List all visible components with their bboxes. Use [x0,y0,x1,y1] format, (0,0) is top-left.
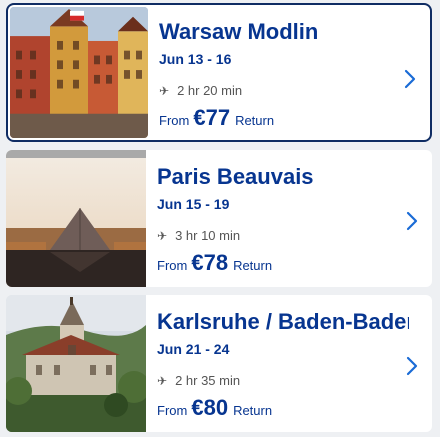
destination-photo [6,150,146,287]
chevron-right-icon[interactable] [406,211,418,231]
plane-icon: ✈ [159,83,170,98]
price-block: From €77 Return [159,105,274,131]
duration-text: 2 hr 20 min [177,83,243,98]
price-block: From €78 Return [157,250,272,276]
price-block: From €80 Return [157,395,272,421]
flight-card[interactable]: Karlsruhe / Baden-Baden Jun 21 - 24 ✈ 2 … [6,295,432,432]
destination-photo [6,295,146,432]
price-amount: €78 [191,250,229,275]
chevron-right-icon[interactable] [404,69,416,89]
travel-dates: Jun 15 - 19 [157,196,230,212]
plane-icon: ✈ [157,373,168,388]
from-label: From [159,113,190,128]
flight-duration: ✈ 3 hr 10 min [157,228,240,243]
from-label: From [157,403,188,418]
trip-type: Return [233,258,273,273]
travel-dates: Jun 13 - 16 [159,51,232,67]
price-amount: €80 [191,395,229,420]
destination-name: Paris Beauvais [157,164,314,189]
travel-dates: Jun 21 - 24 [157,341,230,357]
flight-duration: ✈ 2 hr 35 min [157,373,240,388]
plane-icon: ✈ [157,228,168,243]
duration-text: 2 hr 35 min [175,373,241,388]
price-amount: €77 [193,105,231,130]
trip-type: Return [233,403,273,418]
flight-card[interactable]: Warsaw Modlin Jun 13 - 16 ✈ 2 hr 20 min … [6,3,432,142]
trip-type: Return [235,113,275,128]
destination-photo [10,7,148,138]
duration-text: 3 hr 10 min [175,228,241,243]
from-label: From [157,258,188,273]
flight-card[interactable]: Paris Beauvais Jun 15 - 19 ✈ 3 hr 10 min… [6,150,432,287]
flight-duration: ✈ 2 hr 20 min [159,83,242,98]
chevron-right-icon[interactable] [406,356,418,376]
destination-name: Warsaw Modlin [159,19,319,44]
destination-name: Karlsruhe / Baden-Baden [157,309,409,334]
